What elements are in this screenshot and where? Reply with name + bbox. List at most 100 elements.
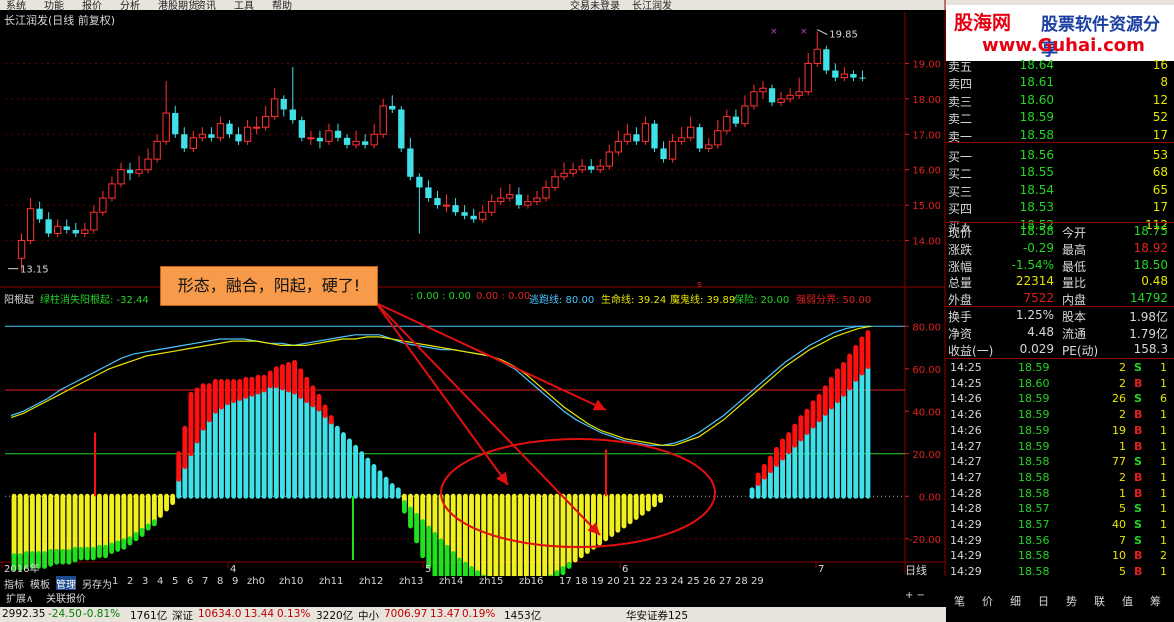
- candle-body: [859, 77, 866, 79]
- stats-label: 换手: [948, 310, 973, 324]
- bottom-tab[interactable]: 23: [655, 576, 668, 587]
- bottom-tab[interactable]: 6: [187, 576, 193, 587]
- right-tab-4[interactable]: 势: [1066, 593, 1077, 609]
- status-item: 2992.35: [2, 608, 46, 620]
- candle-body: [588, 166, 595, 170]
- tick-count: 1: [1160, 518, 1167, 531]
- tick-price: 18.58: [1018, 549, 1050, 563]
- tick-side: S: [1134, 455, 1142, 469]
- candle-body: [72, 229, 79, 234]
- stats-value: 1.98亿: [1129, 310, 1168, 324]
- tick-count: 1: [1160, 565, 1167, 579]
- bottom-tab[interactable]: zh14: [439, 576, 463, 587]
- zoom-buttons[interactable]: + −: [905, 590, 925, 601]
- status-item: 13.44: [244, 608, 275, 620]
- tick-volume: 5: [1119, 502, 1126, 516]
- bottom-tab[interactable]: zh15: [479, 576, 503, 587]
- tick-row: 14:28 18.58 1 B 1: [946, 487, 1172, 502]
- candle-body: [181, 134, 188, 149]
- stats-label: 今开: [1062, 226, 1087, 240]
- bottom-tab[interactable]: 17: [559, 576, 572, 587]
- tick-row: 14:25 18.59 2 S 1: [946, 361, 1172, 376]
- bottom-tab[interactable]: 3: [142, 576, 148, 587]
- price-tick-label: 17.00: [912, 130, 941, 141]
- right-tab-3[interactable]: 日: [1038, 593, 1049, 609]
- tick-volume: 7: [1119, 533, 1126, 547]
- tick-volume: 2: [1119, 376, 1126, 390]
- month-label: 6: [622, 564, 628, 575]
- expand-tab-1[interactable]: 关联报价: [46, 590, 86, 605]
- bottom-tab[interactable]: 5: [172, 576, 178, 587]
- right-tab-1[interactable]: 价: [982, 593, 993, 609]
- right-tab-5[interactable]: 联: [1094, 593, 1105, 609]
- candle-body: [235, 134, 242, 142]
- tick-time: 14:26: [950, 408, 982, 422]
- bottom-tab[interactable]: 18: [575, 576, 588, 587]
- bottom-tab[interactable]: 模板: [30, 576, 50, 591]
- right-tab-2[interactable]: 细: [1010, 593, 1021, 609]
- expand-tab-0[interactable]: 扩展∧: [6, 590, 33, 605]
- stats2-separator: [946, 306, 1174, 307]
- candle-body: [36, 208, 43, 220]
- candle-body: [723, 116, 731, 132]
- tick-row: 14:26 18.59 19 B 1: [946, 424, 1172, 439]
- bottom-tab[interactable]: zb16: [519, 576, 543, 587]
- candle-body: [370, 133, 378, 146]
- candle-body: [506, 194, 514, 199]
- bottom-tab[interactable]: 24: [671, 576, 684, 587]
- candle-body: [786, 94, 794, 100]
- order-price: 18.64: [1019, 58, 1054, 72]
- bottom-tab[interactable]: zh10: [279, 576, 303, 587]
- candle-body: [325, 130, 333, 142]
- bottom-tab[interactable]: zh11: [319, 576, 343, 587]
- tick-price: 18.59: [1018, 423, 1050, 437]
- tick-price: 18.58: [1018, 565, 1050, 579]
- candle-body: [497, 197, 505, 203]
- bottom-tab[interactable]: 28: [735, 576, 748, 587]
- order-book-row: 买一 18.56 53: [946, 148, 1172, 165]
- candle-body: [172, 113, 179, 135]
- tick-row: 14:26 18.59 26 S 6: [946, 392, 1172, 407]
- tick-time: 14:28: [950, 502, 982, 516]
- bottom-tab[interactable]: zh13: [399, 576, 423, 587]
- tick-volume: 77: [1112, 455, 1126, 469]
- stats-row: 净资 4.48 流通 1.79亿: [946, 325, 1172, 342]
- bottom-tab[interactable]: 4: [157, 576, 163, 587]
- tick-price: 18.57: [1018, 502, 1050, 516]
- bottom-tab[interactable]: 指标: [4, 576, 24, 591]
- price-tick-label: 15.00: [912, 201, 941, 212]
- bottom-tab[interactable]: 9: [232, 576, 238, 587]
- bottom-tab[interactable]: 22: [639, 576, 652, 587]
- tick-side: B: [1134, 439, 1143, 453]
- bottom-tab[interactable]: 8: [217, 576, 223, 587]
- stats-label: PE(动): [1062, 343, 1099, 358]
- bottom-tab[interactable]: 1: [112, 576, 118, 587]
- bottom-tab[interactable]: zh12: [359, 576, 383, 587]
- bottom-tab[interactable]: 25: [687, 576, 700, 587]
- right-tab-7[interactable]: 筹: [1150, 593, 1161, 609]
- candle-body: [479, 211, 487, 220]
- stats-label: 最高: [1062, 242, 1087, 257]
- site-logo: 股海网 股票软件资源分享 www.Guhai.com: [946, 5, 1174, 61]
- bottom-tab[interactable]: 26: [703, 576, 716, 587]
- bottom-tab[interactable]: 7: [202, 576, 208, 587]
- indicator-tab-bar: 指标 模板 管理 另存为 1 2 3 4 5 6 7 8 9 zh0 zh10 zh11 zh12 zh13 zh1…: [0, 576, 940, 591]
- candle-body: [90, 211, 98, 231]
- bottom-tab[interactable]: 19: [591, 576, 604, 587]
- bottom-tab[interactable]: 20: [607, 576, 620, 587]
- bottom-tab[interactable]: 27: [719, 576, 732, 587]
- bottom-tab[interactable]: 21: [623, 576, 636, 587]
- right-tab-6[interactable]: 值: [1122, 593, 1133, 609]
- candle-body: [99, 197, 107, 213]
- order-level-label: 买三: [948, 184, 973, 199]
- bottom-tab[interactable]: zh0: [247, 576, 265, 587]
- indicator-header-item: 0.00 : 0.00: [476, 291, 531, 302]
- bottom-tab[interactable]: 另存为: [82, 576, 112, 591]
- candle-body: [804, 62, 812, 93]
- bottom-tab[interactable]: 管理: [56, 576, 76, 591]
- right-tab-0[interactable]: 笔: [954, 593, 965, 609]
- annotation-arrow: [375, 302, 509, 486]
- bottom-tab[interactable]: 29: [751, 576, 764, 587]
- candle-body: [407, 148, 414, 177]
- bottom-tab[interactable]: 2: [127, 576, 133, 587]
